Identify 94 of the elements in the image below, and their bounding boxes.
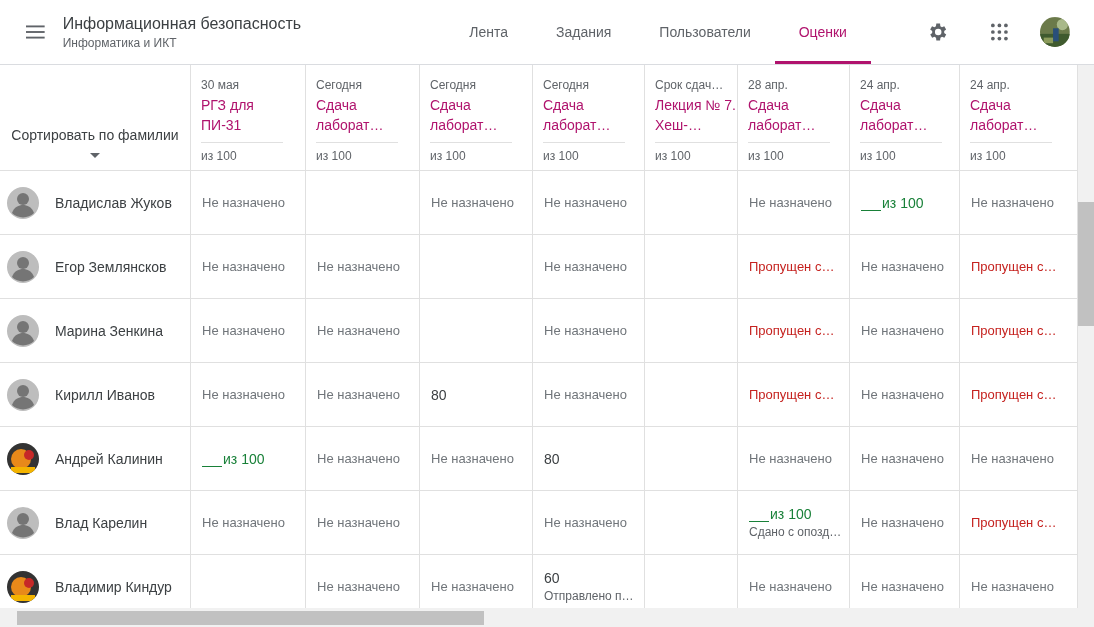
status-text: Не назначено [971, 451, 1055, 466]
student-name[interactable]: Андрей Калинин [55, 450, 163, 467]
assignment-title[interactable]: Сдача лаборат… [316, 95, 398, 143]
course-title[interactable]: Информационная безопасность [62, 14, 418, 33]
late-status-text: Пропущен с… [971, 387, 1058, 402]
avatar-icon [7, 186, 39, 219]
due-date: 28 апр. [748, 78, 789, 92]
status-text: Не назначено [202, 323, 286, 338]
student-name[interactable]: Владислав Жуков [55, 194, 172, 211]
status-text: Не назначено [202, 259, 286, 274]
late-status-text: Пропущен с… [749, 323, 836, 338]
grade-field[interactable]: из 100 [749, 506, 843, 522]
student-name[interactable]: Влад Карелин [55, 514, 148, 531]
due-date: Срок сдач… [655, 78, 725, 92]
submission-note: Отправлено п… [544, 589, 635, 603]
grade-text: 60 [544, 570, 561, 586]
nav-tab[interactable]: Оценки [774, 0, 871, 64]
status-text: Не назначено [431, 579, 515, 594]
status-text: Не назначено [971, 579, 1055, 594]
student-name[interactable]: Владимир Киндур [55, 578, 172, 595]
apps-grid-icon[interactable] [991, 23, 1009, 41]
status-text: Не назначено [861, 323, 945, 338]
status-text: Не назначено [317, 387, 401, 402]
assignment-title[interactable]: Сдача лаборат… [860, 95, 942, 143]
status-text: Не назначено [431, 195, 515, 210]
assignment-title[interactable]: Сдача лаборат… [748, 95, 830, 143]
status-text: Не назначено [544, 195, 628, 210]
status-text: Не назначено [317, 579, 401, 594]
avatar-icon [7, 314, 39, 347]
status-text: Не назначено [202, 515, 286, 530]
avatar-icon [7, 378, 39, 411]
student-name[interactable]: Кирилл Иванов [55, 386, 155, 403]
late-status-text: Пропущен с… [971, 515, 1058, 530]
assignment-title[interactable]: Сдача лаборат… [543, 95, 625, 143]
course-subtitle: Информатика и ИКТ [62, 35, 178, 50]
assignment-title[interactable]: Лекция № 7. Хеш-… [655, 95, 737, 143]
due-date: Сегодня [543, 78, 590, 92]
assignment-title[interactable]: РГЗ для ПИ-31 [201, 95, 283, 143]
due-date: Сегодня [316, 78, 363, 92]
status-text: Не назначено [971, 195, 1055, 210]
late-status-text: Пропущен с… [749, 259, 836, 274]
student-name[interactable]: Марина Зенкина [55, 322, 164, 339]
status-text: Не назначено [317, 323, 401, 338]
due-date: Сегодня [430, 78, 477, 92]
status-text: Не назначено [749, 195, 833, 210]
max-points: из 100 [430, 149, 467, 163]
nav-tab[interactable]: Пользователи [635, 0, 775, 64]
max-points: из 100 [316, 149, 353, 163]
horizontal-scrollbar[interactable] [0, 608, 1094, 627]
status-text: Не назначено [431, 451, 515, 466]
student-name[interactable]: Егор Землянсков [55, 258, 167, 275]
status-text: Не назначено [861, 515, 945, 530]
status-text: Не назначено [317, 259, 401, 274]
grade-field[interactable]: из 100 [202, 450, 299, 467]
status-text: Не назначено [544, 323, 628, 338]
max-points: из 100 [860, 149, 897, 163]
menu-icon[interactable] [26, 25, 45, 39]
due-date: 24 апр. [860, 78, 901, 92]
assignment-title[interactable]: Сдача лаборат… [430, 95, 512, 143]
status-text: Не назначено [202, 195, 286, 210]
status-text: Не назначено [861, 579, 945, 594]
max-points: из 100 [748, 149, 785, 163]
max-points: из 100 [655, 149, 692, 163]
status-text: Не назначено [861, 387, 945, 402]
status-text: Не назначено [861, 451, 945, 466]
grade-text: 80 [544, 450, 561, 467]
status-text: Не назначено [317, 451, 401, 466]
max-points: из 100 [543, 149, 580, 163]
due-date: 24 апр. [970, 78, 1011, 92]
late-status-text: Пропущен с… [749, 387, 836, 402]
nav-tab[interactable]: Лента [445, 0, 532, 64]
max-points: из 100 [970, 149, 1007, 163]
status-text: Не назначено [749, 451, 833, 466]
status-text: Не назначено [317, 515, 401, 530]
due-date: 30 мая [201, 78, 241, 92]
status-text: Не назначено [544, 387, 628, 402]
status-text: Не назначено [544, 515, 628, 530]
caret-icon[interactable] [90, 153, 100, 158]
assignment-title[interactable]: Сдача лаборат… [970, 95, 1052, 143]
avatar-icon [7, 250, 39, 283]
late-status-text: Пропущен с… [971, 323, 1058, 338]
sort-button[interactable]: Сортировать по фамилии [11, 127, 179, 143]
nav-tab[interactable]: Задания [532, 0, 636, 64]
status-text: Не назначено [202, 387, 286, 402]
status-text: Не назначено [749, 579, 833, 594]
submission-note: Сдано с опозд… [749, 525, 843, 539]
status-text: Не назначено [861, 259, 945, 274]
status-text: Не назначено [544, 259, 628, 274]
grade-field[interactable]: из 100 [861, 194, 953, 211]
vertical-scrollbar[interactable] [1078, 65, 1094, 608]
grade-text: 80 [431, 386, 448, 403]
avatar-icon [7, 506, 39, 539]
late-status-text: Пропущен с… [971, 259, 1058, 274]
max-points: из 100 [201, 149, 238, 163]
